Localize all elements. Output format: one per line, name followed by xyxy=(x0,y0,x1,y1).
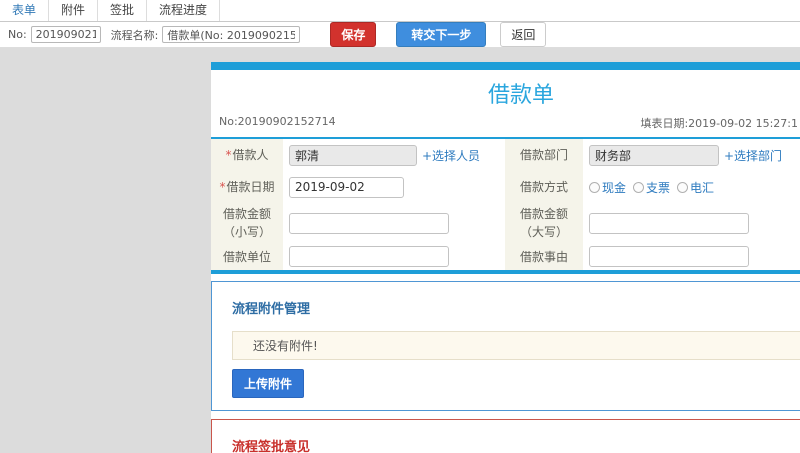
department-label: 借款部门 xyxy=(505,139,583,171)
fill-date: 填表日期:2019-09-02 15:27:1 xyxy=(640,117,798,130)
flow-name-input[interactable] xyxy=(162,26,301,43)
loan-unit-label: 借款单位 xyxy=(211,243,283,270)
loan-form-card: 借款单 No:20190902152714 填表日期:2019-09-02 15… xyxy=(211,62,800,274)
loan-method-label: 借款方式 xyxy=(505,171,583,203)
attachment-management-card: 流程附件管理 还没有附件! 上传附件 xyxy=(211,281,800,411)
forward-next-step-button[interactable]: 转交下一步 xyxy=(396,22,487,47)
form-number: No:20190902152714 xyxy=(219,115,336,128)
page-title: 借款单 xyxy=(487,83,554,108)
department-input[interactable] xyxy=(589,144,719,166)
loan-method-field: 现金 支票 电汇 xyxy=(583,171,800,203)
loan-reason-field xyxy=(583,243,800,270)
borrower-input[interactable] xyxy=(289,144,417,166)
amount-lowercase-field xyxy=(283,203,505,243)
approval-opinion-card: 流程签批意见 B I abc xyxy=(211,419,800,453)
amount-uppercase-input[interactable] xyxy=(589,212,749,234)
loan-unit-input[interactable] xyxy=(289,246,449,267)
select-department-link[interactable]: +选择部门 xyxy=(724,147,782,164)
amount-lowercase-label: 借款金额（小写） xyxy=(211,203,283,243)
tab-attachment[interactable]: 附件 xyxy=(49,0,99,21)
amount-uppercase-field xyxy=(583,203,800,243)
required-mark: * xyxy=(225,148,232,162)
radio-wire-option[interactable]: 电汇 xyxy=(677,179,714,196)
form-meta-row: No:20190902152714 填表日期:2019-09-02 15:27:… xyxy=(211,115,800,137)
approval-section-title: 流程签批意见 xyxy=(232,440,311,453)
select-person-link[interactable]: +选择人员 xyxy=(422,147,480,164)
main-panel: 借款单 No:20190902152714 填表日期:2019-09-02 15… xyxy=(211,62,800,453)
borrower-label: *借款人 xyxy=(211,139,283,171)
loan-unit-field xyxy=(283,243,505,270)
loan-date-input[interactable] xyxy=(289,176,404,198)
tab-bar: 表单 附件 签批 流程进度 xyxy=(0,0,800,22)
loan-reason-input[interactable] xyxy=(589,246,749,267)
radio-cheque-option[interactable]: 支票 xyxy=(633,179,670,196)
tab-form[interactable]: 表单 xyxy=(0,0,50,21)
required-mark: * xyxy=(219,180,226,194)
back-button[interactable]: 返回 xyxy=(500,22,547,47)
no-label: No: xyxy=(8,28,27,41)
tab-process-progress[interactable]: 流程进度 xyxy=(147,0,221,21)
attachment-section-title: 流程附件管理 xyxy=(232,302,311,317)
amount-lowercase-input[interactable] xyxy=(289,212,449,234)
radio-circle-icon[interactable] xyxy=(677,181,689,193)
radio-circle-icon[interactable] xyxy=(633,181,645,193)
form-top-accent-bar xyxy=(211,62,800,70)
tab-approval[interactable]: 签批 xyxy=(98,0,148,21)
no-input[interactable] xyxy=(30,26,101,43)
loan-date-field xyxy=(283,171,505,203)
radio-cash-option[interactable]: 现金 xyxy=(589,179,626,196)
department-field: +选择部门 xyxy=(583,139,800,171)
save-button[interactable]: 保存 xyxy=(330,22,377,47)
workspace: 借款单 No:20190902152714 填表日期:2019-09-02 15… xyxy=(0,48,800,453)
radio-circle-icon[interactable] xyxy=(589,181,600,193)
form-grid: *借款人 +选择人员 借款部门 +选择部门 *借款日期 借款方式 现金 xyxy=(211,139,800,274)
loan-reason-label: 借款事由 xyxy=(505,243,583,270)
amount-uppercase-label: 借款金额（大写） xyxy=(505,203,583,243)
header-toolbar: No: 流程名称: 保存 转交下一步 返回 xyxy=(0,22,800,48)
upload-attachment-button[interactable]: 上传附件 xyxy=(232,369,305,398)
flow-name-label: 流程名称: xyxy=(110,28,159,42)
form-header: 借款单 No:20190902152714 填表日期:2019-09-02 15… xyxy=(211,70,800,139)
loan-date-label: *借款日期 xyxy=(211,171,283,203)
borrower-field: +选择人员 xyxy=(283,139,505,171)
no-attachment-notice: 还没有附件! xyxy=(232,331,800,360)
